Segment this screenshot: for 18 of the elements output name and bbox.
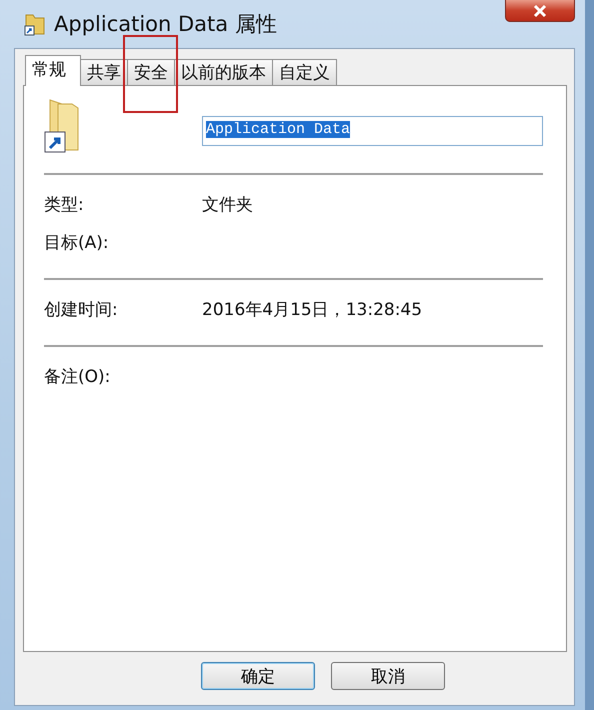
field-label: 备注(O): — [44, 366, 112, 388]
field-label: 目标(A): — [44, 232, 110, 254]
tab[interactable]: 自定义 — [272, 59, 337, 85]
name-field[interactable]: Application Data — [202, 116, 543, 146]
tab[interactable]: 以前的版本 — [174, 59, 273, 85]
tab[interactable]: 安全 — [127, 59, 175, 85]
window-title: Application Data 属性 — [54, 11, 277, 38]
field-value: 2016年4月15日，13:28:45 — [202, 298, 422, 320]
ok-button[interactable]: 确定 — [201, 662, 315, 690]
tab[interactable]: 共享 — [80, 59, 128, 85]
field-value: 文件夹 — [202, 194, 253, 216]
folder-icon — [24, 12, 46, 36]
close-button[interactable] — [505, 0, 575, 22]
close-icon — [532, 4, 548, 18]
cancel-button[interactable]: 取消 — [331, 662, 445, 690]
tab[interactable]: 常规 — [25, 55, 81, 86]
field-label: 类型: — [44, 194, 85, 216]
field-label: 创建时间: — [44, 298, 119, 320]
